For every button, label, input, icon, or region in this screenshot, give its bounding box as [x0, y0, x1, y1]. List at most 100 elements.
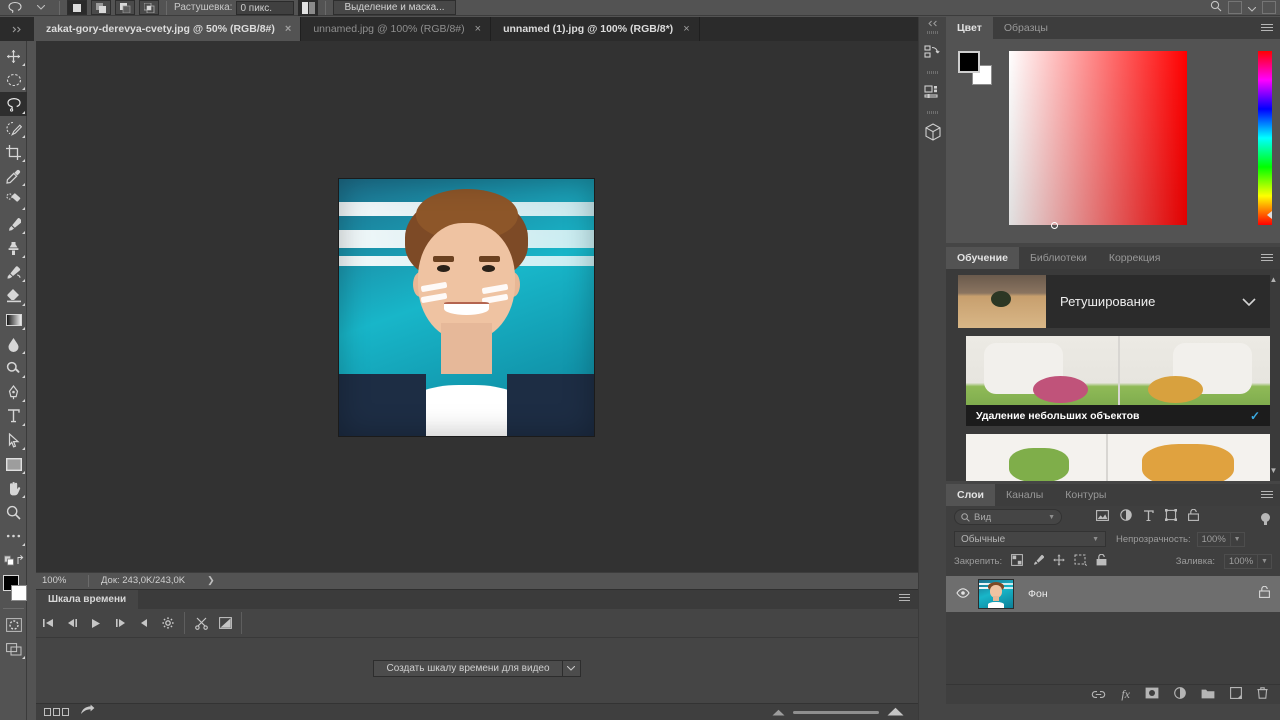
document-tab-1[interactable]: unnamed.jpg @ 100% (RGB/8#) × — [301, 17, 492, 41]
collapse-panels-icon[interactable] — [919, 17, 946, 29]
lock-artboard-icon[interactable] — [1074, 554, 1088, 569]
type-filter-icon[interactable] — [1143, 508, 1154, 526]
panel-menu-icon[interactable] — [1261, 254, 1273, 263]
canvas-area[interactable] — [36, 41, 918, 572]
elliptical-marquee-tool[interactable] — [0, 68, 27, 92]
close-icon[interactable]: × — [683, 23, 689, 35]
chevron-down-icon[interactable]: ▼ — [1258, 553, 1272, 569]
dodge-tool[interactable] — [0, 356, 27, 380]
chevron-down-icon[interactable]: ▼ — [1269, 466, 1278, 475]
filter-enable-toggle[interactable] — [1261, 512, 1270, 525]
go-to-first-frame-button[interactable] — [36, 609, 60, 638]
render-video-icon[interactable] — [70, 703, 95, 720]
split-clip-button[interactable] — [189, 609, 213, 638]
layer-visibility-icon[interactable] — [956, 587, 978, 601]
chevron-down-icon[interactable] — [1242, 293, 1270, 311]
opacity-input[interactable]: 100% — [1196, 531, 1231, 547]
previous-frame-button[interactable] — [60, 609, 84, 638]
tab-channels[interactable]: Каналы — [995, 484, 1054, 506]
lock-all-icon[interactable] — [1096, 553, 1107, 569]
blur-tool[interactable] — [0, 332, 27, 356]
add-to-selection-button[interactable] — [91, 0, 111, 15]
panel-menu-icon[interactable] — [1261, 491, 1273, 500]
tab-swatches[interactable]: Образцы — [993, 17, 1059, 39]
gradient-tool[interactable] — [0, 308, 27, 332]
color-swatches[interactable] — [958, 51, 992, 85]
close-icon[interactable]: × — [285, 23, 291, 35]
search-icon[interactable] — [1210, 0, 1222, 17]
document-tab-0[interactable]: zakat-gory-derevya-cvety.jpg @ 50% (RGB/… — [34, 17, 302, 41]
adjustment-filter-icon[interactable] — [1120, 508, 1132, 526]
workspace-icon[interactable] — [1228, 1, 1242, 14]
tab-color[interactable]: Цвет — [946, 17, 993, 39]
edit-toolbar-tool[interactable] — [0, 524, 27, 548]
spot-healing-brush-tool[interactable] — [0, 188, 27, 212]
foreground-color-swatch[interactable] — [958, 51, 980, 73]
tab-paths[interactable]: Контуры — [1054, 484, 1117, 506]
panel-menu-icon[interactable] — [899, 594, 910, 603]
tab-libraries[interactable]: Библиотеки — [1019, 247, 1098, 269]
fill-input[interactable]: 100% — [1224, 553, 1258, 569]
zoom-out-icon[interactable] — [772, 703, 785, 720]
chevron-right-icon[interactable]: ❯ — [185, 575, 215, 586]
add-mask-icon[interactable] — [1145, 686, 1159, 704]
quick-selection-tool[interactable] — [0, 116, 27, 140]
layer-locked-icon[interactable] — [1259, 585, 1270, 603]
color-swatches[interactable] — [0, 574, 27, 604]
zoom-level[interactable]: 100% — [36, 575, 88, 586]
learn-category-card[interactable]: Ретуширование — [958, 275, 1270, 328]
learn-scroll-indicators[interactable]: ▲ ▼ — [1269, 275, 1278, 475]
arrange-icon[interactable] — [1262, 1, 1276, 14]
frame-view-icon[interactable] — [36, 708, 70, 716]
properties-panel-icon[interactable] — [919, 75, 946, 109]
history-brush-tool[interactable] — [0, 260, 27, 284]
lesson-card-next[interactable] — [966, 434, 1270, 481]
history-panel-icon[interactable] — [919, 35, 946, 69]
type-tool[interactable] — [0, 404, 27, 428]
next-frame-button[interactable] — [108, 609, 132, 638]
chevron-down-icon[interactable]: ▼ — [1092, 536, 1099, 543]
chevron-up-icon[interactable]: ▲ — [1269, 275, 1278, 284]
move-tool[interactable] — [0, 44, 27, 68]
tab-layers[interactable]: Слои — [946, 484, 995, 506]
clone-stamp-tool[interactable] — [0, 236, 27, 260]
lock-position-icon[interactable] — [1053, 553, 1065, 569]
chevron-down-icon[interactable] — [30, 0, 52, 16]
smart-object-filter-icon[interactable] — [1188, 508, 1199, 526]
eyedropper-tool[interactable] — [0, 164, 27, 188]
panel-grip-icon[interactable] — [0, 17, 34, 41]
screen-mode-icon[interactable] — [0, 637, 27, 661]
tab-timeline[interactable]: Шкала времени — [36, 590, 139, 609]
crop-tool[interactable] — [0, 140, 27, 164]
brush-tool[interactable] — [0, 212, 27, 236]
lock-transparency-icon[interactable] — [1011, 553, 1024, 569]
select-and-mask-button[interactable]: Выделение и маска... — [333, 0, 456, 15]
lasso-tool[interactable] — [0, 92, 27, 116]
background-color-swatch[interactable] — [11, 585, 27, 601]
pen-tool[interactable] — [0, 380, 27, 404]
close-icon[interactable]: × — [475, 23, 481, 35]
chevron-down-icon[interactable]: ▼ — [1048, 514, 1055, 521]
default-colors-swap[interactable] — [0, 548, 27, 572]
new-group-icon[interactable] — [1201, 686, 1215, 704]
layer-filter-select[interactable]: Вид ▼ — [954, 509, 1062, 525]
zoom-tool[interactable] — [0, 500, 27, 524]
new-selection-button[interactable] — [67, 0, 87, 15]
audio-button[interactable] — [132, 609, 156, 638]
transition-button[interactable] — [213, 609, 237, 638]
hue-slider[interactable] — [1258, 51, 1272, 225]
panel-menu-icon[interactable] — [1261, 24, 1273, 33]
delete-layer-icon[interactable] — [1257, 686, 1268, 704]
path-selection-tool[interactable] — [0, 428, 27, 452]
anti-alias-icon[interactable] — [298, 0, 319, 16]
blend-mode-select[interactable]: Обычные ▼ — [954, 531, 1106, 547]
color-ramp[interactable] — [1009, 51, 1187, 229]
3d-panel-icon[interactable] — [919, 115, 946, 149]
feather-input[interactable]: 0 пикс. — [236, 0, 295, 15]
quick-mask-icon[interactable] — [0, 613, 27, 637]
lesson-card[interactable]: Удаление небольших объектов ✓ — [966, 336, 1270, 426]
lasso-icon[interactable] — [4, 0, 26, 16]
new-layer-icon[interactable] — [1230, 686, 1242, 704]
lock-image-icon[interactable] — [1032, 554, 1045, 569]
layer-name[interactable]: Фон — [1014, 588, 1259, 600]
